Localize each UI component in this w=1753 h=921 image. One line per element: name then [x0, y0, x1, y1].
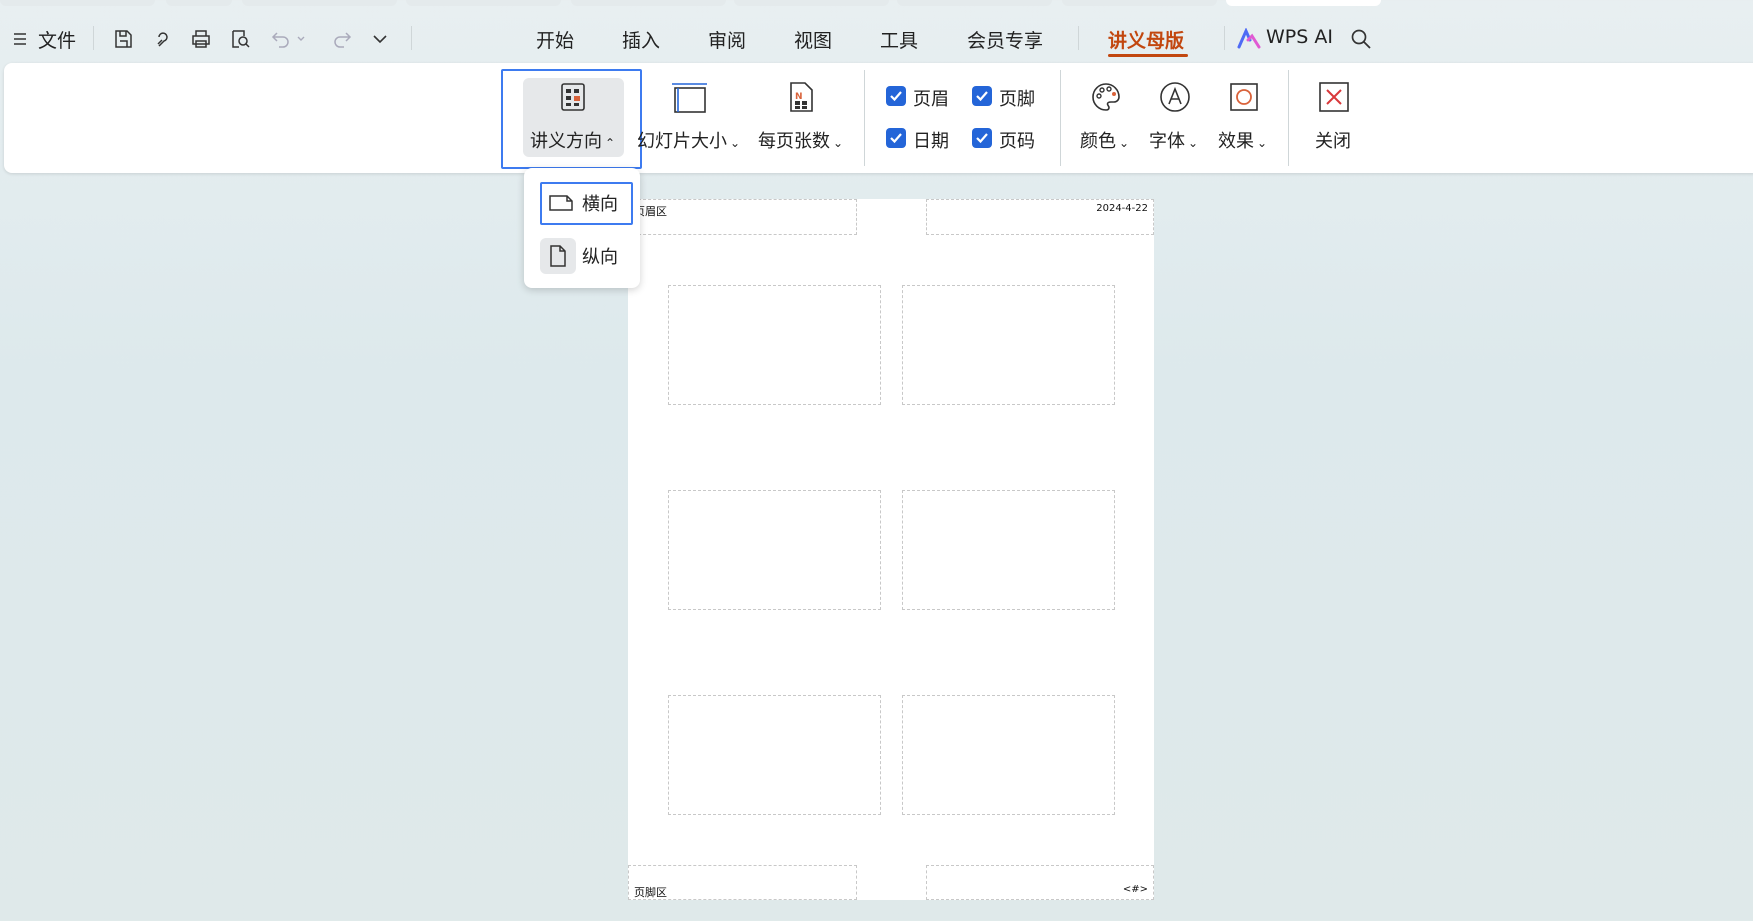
date-checkbox-label: 日期 — [913, 131, 949, 152]
caret-up-icon: ⌃ — [605, 136, 616, 150]
handout-page: 页眉区 2024-4-22 页脚区 <#> — [628, 199, 1154, 900]
redo-icon[interactable] — [329, 26, 355, 52]
undo-icon[interactable] — [268, 26, 294, 52]
page-number-text: <#> — [1122, 884, 1148, 895]
divider — [864, 70, 865, 166]
handout-orientation-text: 讲义方向 — [530, 131, 602, 152]
print-preview-icon[interactable] — [227, 26, 253, 52]
active-tab-underline — [1108, 54, 1188, 57]
close-master-icon[interactable] — [1317, 80, 1351, 114]
font-text: 字体 — [1149, 131, 1185, 152]
effect-text: 效果 — [1218, 131, 1254, 152]
undo-dropdown-icon[interactable] — [294, 26, 308, 52]
color-palette-icon[interactable] — [1089, 80, 1123, 114]
divider — [93, 26, 94, 50]
slide-size-button[interactable]: 幻灯片大小 ⌄ — [637, 127, 740, 153]
format-painter-icon[interactable] — [150, 26, 176, 52]
font-icon[interactable] — [1158, 80, 1192, 114]
slide-placeholder[interactable] — [902, 695, 1115, 815]
tab-review[interactable]: 审阅 — [708, 26, 746, 53]
svg-text:N: N — [795, 92, 803, 102]
handout-orientation-label: 讲义方向 ⌃ — [530, 127, 615, 153]
portrait-label: 纵向 — [582, 247, 618, 268]
tab-insert[interactable]: 插入 — [622, 26, 660, 53]
slides-per-page-button[interactable]: 每页张数 ⌄ — [758, 127, 843, 153]
print-icon[interactable] — [188, 26, 214, 52]
page-number-checkbox-label: 页码 — [999, 131, 1035, 152]
date-checkbox[interactable] — [886, 128, 906, 148]
highlight-box — [540, 182, 633, 225]
portrait-page-icon — [540, 238, 576, 274]
divider — [1288, 70, 1289, 166]
slide-size-icon[interactable] — [671, 80, 707, 116]
divider — [1224, 26, 1225, 50]
tab-member[interactable]: 会员专享 — [967, 26, 1043, 53]
wps-ai-icon[interactable] — [1236, 26, 1262, 52]
effect-icon[interactable] — [1227, 80, 1261, 114]
check-icon — [890, 91, 902, 102]
divider — [411, 26, 412, 50]
orientation-dropdown: 横向 纵向 — [524, 168, 640, 288]
divider — [1060, 70, 1061, 166]
file-menu[interactable]: 文件 — [38, 26, 76, 53]
font-button[interactable]: 字体 ⌄ — [1149, 127, 1198, 153]
slides-per-page-icon[interactable]: N — [784, 80, 818, 114]
ribbon-toolbar — [4, 63, 1753, 173]
more-chevron-icon[interactable] — [367, 26, 393, 52]
tab-handout-master[interactable]: 讲义母版 — [1108, 26, 1184, 53]
footer-checkbox-label: 页脚 — [999, 89, 1035, 110]
header-checkbox[interactable] — [886, 86, 906, 106]
check-icon — [976, 91, 988, 102]
tab-start[interactable]: 开始 — [536, 26, 574, 53]
slide-placeholder[interactable] — [668, 695, 881, 815]
search-icon[interactable] — [1348, 26, 1374, 52]
slide-placeholder[interactable] — [668, 490, 881, 610]
close-master-button[interactable]: 关闭 — [1315, 127, 1351, 153]
chevron-down-icon: ⌄ — [1257, 136, 1268, 150]
check-icon — [976, 133, 988, 144]
chevron-down-icon: ⌄ — [1188, 136, 1199, 150]
handout-orientation-icon — [556, 80, 590, 114]
tab-view[interactable]: 视图 — [794, 26, 832, 53]
check-icon — [890, 133, 902, 144]
chevron-down-icon: ⌄ — [1119, 136, 1130, 150]
divider — [1078, 26, 1079, 50]
slide-size-text: 幻灯片大小 — [637, 131, 727, 152]
portrait-option[interactable]: 纵向 — [540, 236, 632, 276]
color-button[interactable]: 颜色 ⌄ — [1080, 127, 1129, 153]
tab-tools[interactable]: 工具 — [880, 26, 918, 53]
chevron-down-icon: ⌄ — [833, 136, 844, 150]
wps-ai-button[interactable]: WPS AI — [1266, 26, 1333, 48]
chevron-down-icon: ⌄ — [730, 136, 741, 150]
footer-area-text: 页脚区 — [634, 886, 667, 899]
color-text: 颜色 — [1080, 131, 1116, 152]
header-checkbox-label: 页眉 — [913, 89, 949, 110]
slide-placeholder[interactable] — [902, 490, 1115, 610]
menubar: 文件 开始 插入 审阅 视图 工具 会员专享 讲义母版 WPS AI — [0, 6, 1753, 64]
page-number-checkbox[interactable] — [972, 128, 992, 148]
save-icon[interactable] — [110, 26, 136, 52]
footer-checkbox[interactable] — [972, 86, 992, 106]
slide-placeholder[interactable] — [668, 285, 881, 405]
page-number-area-box[interactable] — [926, 865, 1154, 900]
date-text: 2024-4-22 — [1096, 203, 1148, 214]
effect-button[interactable]: 效果 ⌄ — [1218, 127, 1267, 153]
slides-per-page-text: 每页张数 — [758, 131, 830, 152]
slide-placeholder[interactable] — [902, 285, 1115, 405]
hamburger-icon[interactable] — [10, 26, 30, 52]
